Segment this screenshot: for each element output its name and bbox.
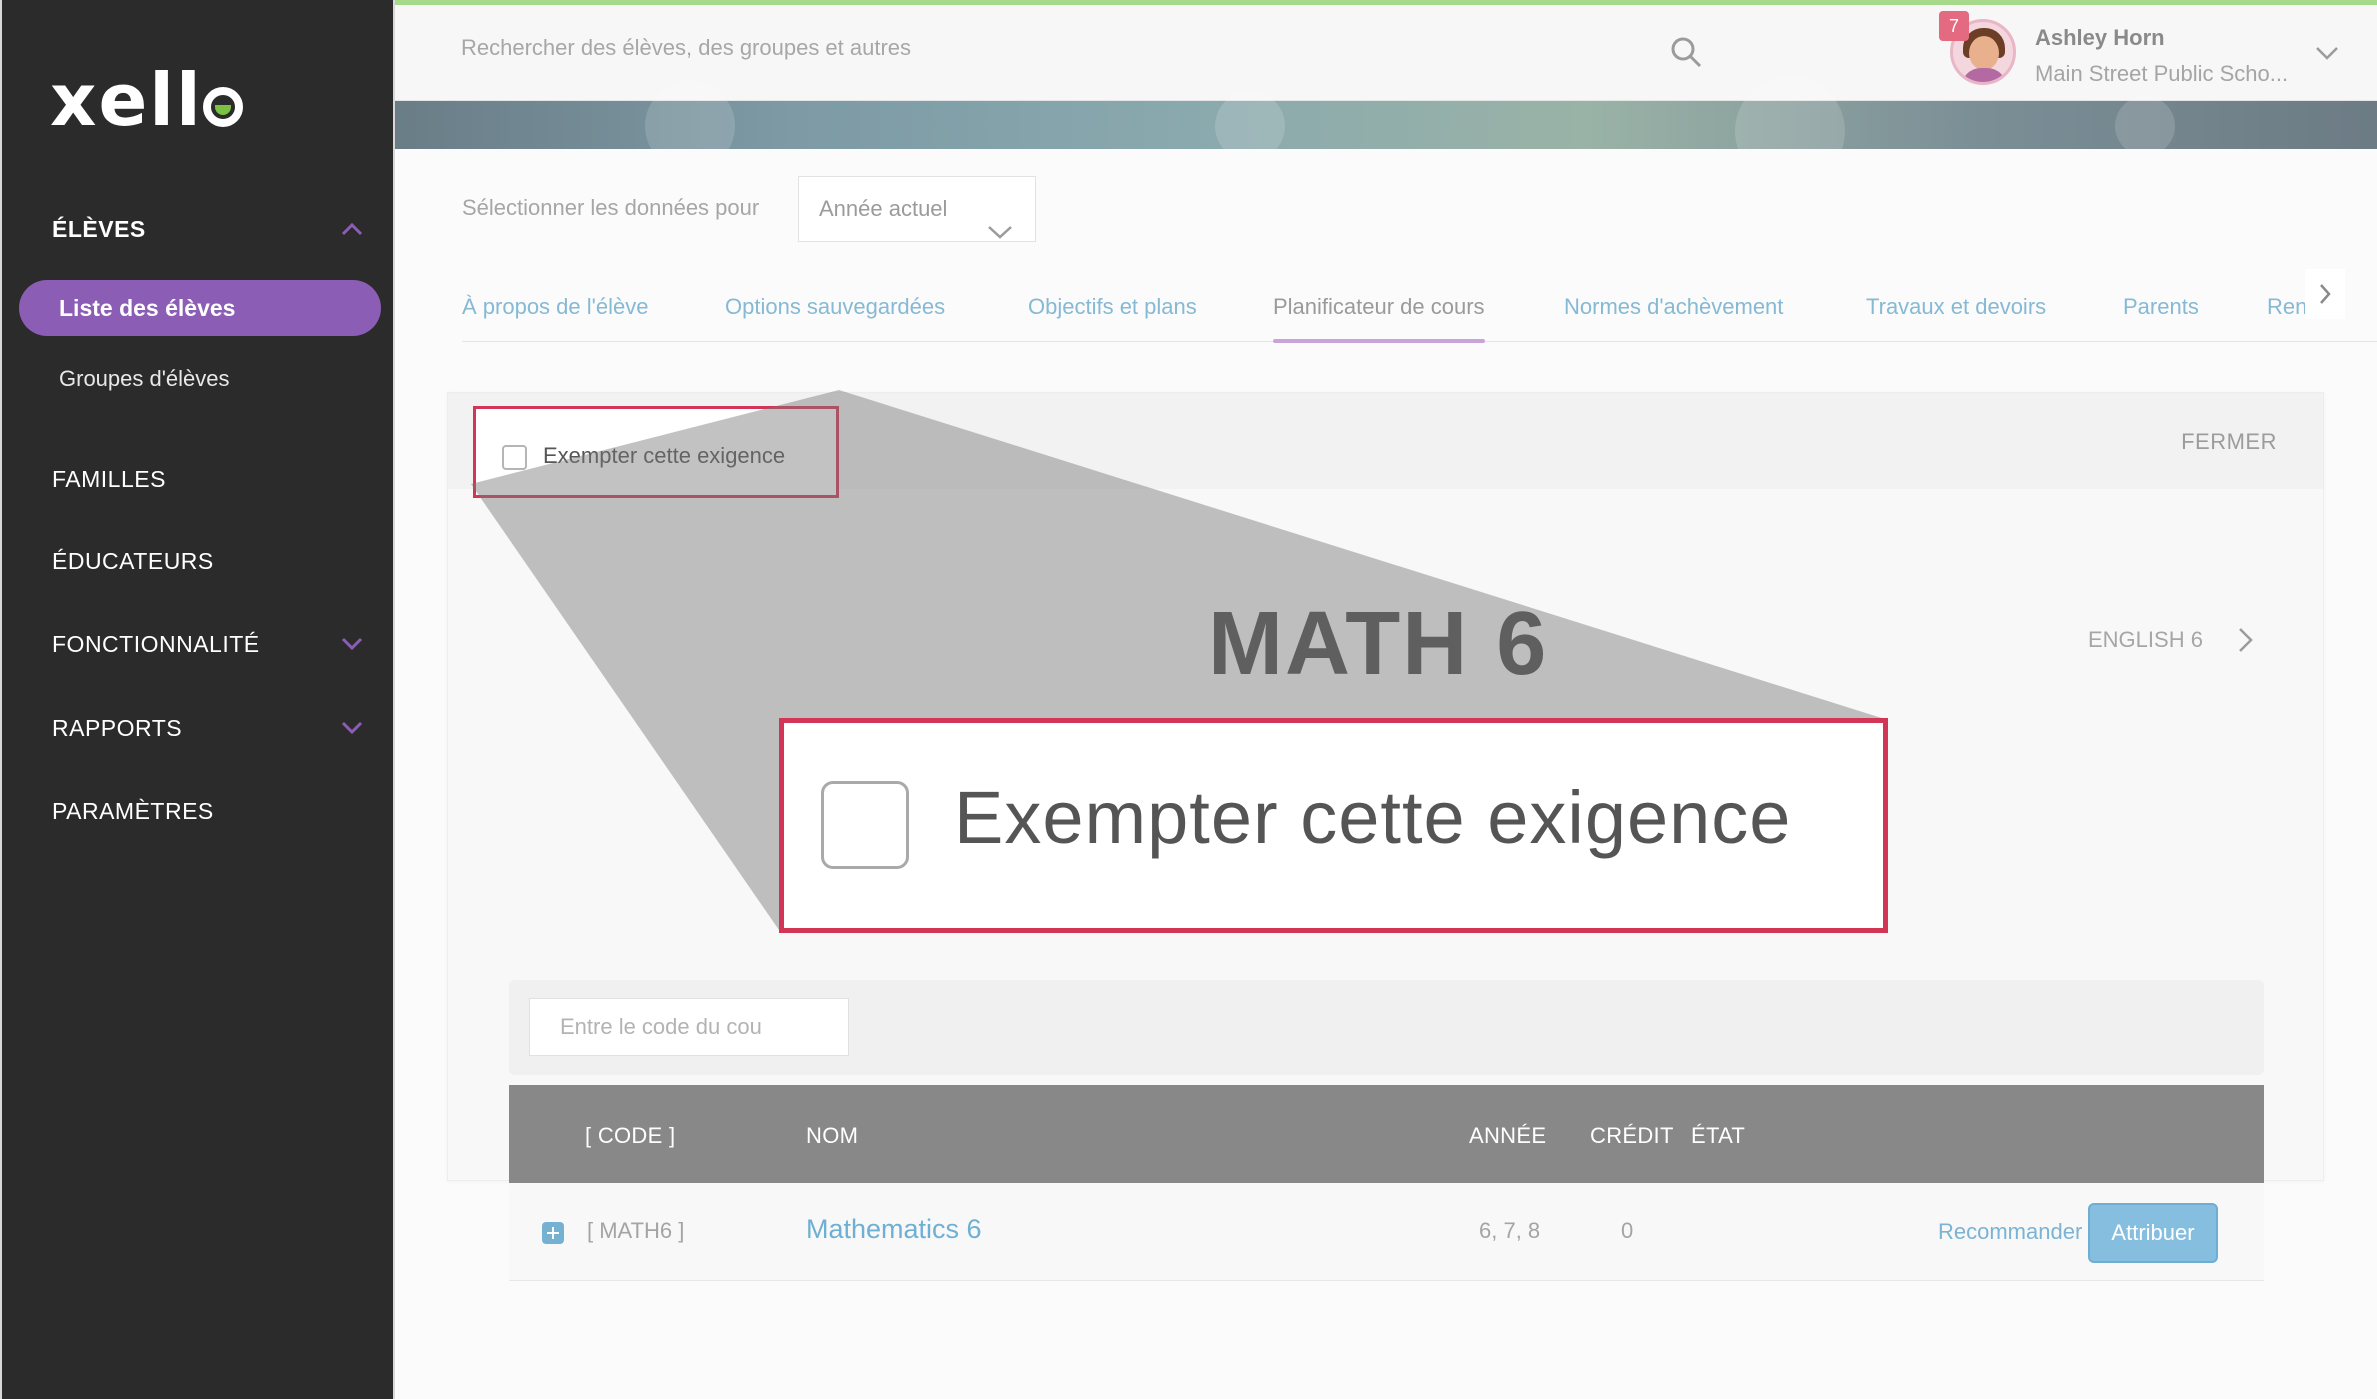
header-banner (395, 76, 2377, 186)
exempt-checkbox-highlight: Exempter cette exigence (473, 406, 839, 498)
tab-planificateur-cours[interactable]: Planificateur de cours (1273, 294, 1485, 343)
chevron-up-icon[interactable] (341, 222, 363, 242)
nav-section-label: FAMILLES (52, 466, 166, 492)
nav-section-educateurs[interactable]: ÉDUCATEURS (52, 548, 214, 575)
recommend-button[interactable]: Recommander (1938, 1219, 2082, 1245)
exempt-checkbox-label[interactable]: Exempter cette exigence (543, 443, 785, 469)
nav-section-label: FONCTIONNALITÉ (52, 631, 260, 657)
zoom-checkbox-label: Exempter cette exigence (954, 776, 1792, 859)
nav-section-label: ÉDUCATEURS (52, 548, 214, 574)
tab-a-propos[interactable]: À propos de l'élève (462, 294, 648, 320)
table-row: [ MATH6 ] Mathematics 6 6, 7, 8 0 Recomm… (509, 1183, 2264, 1281)
notification-badge[interactable]: 7 (1939, 11, 1969, 41)
tab-parents[interactable]: Parents (2123, 294, 2199, 320)
course-code-input[interactable] (529, 998, 849, 1056)
tabs-next-button[interactable] (2305, 269, 2345, 319)
chevron-right-icon[interactable] (2236, 625, 2256, 655)
column-header-nom[interactable]: NOM (806, 1123, 858, 1149)
column-header-etat[interactable]: ÉTAT (1691, 1123, 1745, 1149)
column-header-code[interactable]: [ CODE ] (585, 1123, 675, 1149)
course-credit: 0 (1621, 1218, 1634, 1243)
tab-ren[interactable]: Ren (2267, 294, 2307, 320)
sidebar: xell ÉLÈVES Liste des élèves Groupes d'é… (0, 0, 395, 1399)
logo-o-icon (202, 87, 243, 127)
course-title: MATH 6 (1208, 594, 1549, 694)
nav-section-fonctionnalite[interactable]: FONCTIONNALITÉ (52, 631, 260, 658)
sidebar-item-groupes-eleves[interactable]: Groupes d'élèves (59, 366, 230, 392)
sidebar-item-label: Liste des élèves (59, 295, 236, 321)
zoom-checkbox[interactable] (821, 781, 909, 869)
tab-travaux-devoirs[interactable]: Travaux et devoirs (1866, 294, 2046, 320)
tab-objectifs-plans[interactable]: Objectifs et plans (1028, 294, 1197, 320)
sidebar-item-label: Groupes d'élèves (59, 366, 230, 391)
chevron-right-icon (2320, 284, 2331, 304)
column-header-credit[interactable]: CRÉDIT (1590, 1123, 1674, 1149)
close-button[interactable]: FERMER (2181, 429, 2277, 455)
avatar-face (1969, 36, 1999, 70)
banner-bubble (2115, 96, 2175, 156)
column-header-annee[interactable]: ANNÉE (1469, 1123, 1546, 1149)
year-select[interactable]: Année actuel (798, 176, 1036, 242)
nav-section-label: PARAMÈTRES (52, 798, 214, 824)
nav-section-eleves[interactable]: ÉLÈVES (52, 216, 146, 243)
nav-section-label: ÉLÈVES (52, 216, 146, 242)
xello-logo[interactable]: xell (50, 58, 243, 142)
course-year: 6, 7, 8 (1479, 1218, 1541, 1243)
chevron-down-icon[interactable] (341, 721, 363, 741)
user-name: Ashley Horn (2035, 25, 2165, 50)
nav-section-rapports[interactable]: RAPPORTS (52, 715, 182, 742)
course-code: [ MATH6 ] (587, 1218, 685, 1243)
search-input[interactable] (461, 35, 1561, 61)
student-tabs: À propos de l'élève Options sauvegardées… (462, 279, 2377, 343)
zoom-callout: Exempter cette exigence (779, 718, 1888, 933)
year-select-label: Sélectionner les données pour (462, 195, 760, 220)
nav-section-parametres[interactable]: PARAMÈTRES (52, 798, 214, 825)
course-table-header: [ CODE ] NOM ANNÉE CRÉDIT ÉTAT (509, 1085, 2264, 1183)
exempt-checkbox[interactable] (502, 445, 527, 470)
expand-plus-icon[interactable] (542, 1222, 564, 1244)
chevron-down-icon (987, 201, 1013, 239)
assign-button[interactable]: Attribuer (2088, 1203, 2218, 1263)
sidebar-item-liste-eleves[interactable]: Liste des élèves (19, 280, 381, 336)
user-menu-chevron-icon[interactable] (2315, 45, 2339, 61)
nav-section-label: RAPPORTS (52, 715, 183, 741)
user-school: Main Street Public Scho... (2035, 61, 2289, 86)
next-course-link[interactable]: ENGLISH 6 (2088, 627, 2203, 653)
tab-normes-achevement[interactable]: Normes d'achèvement (1564, 294, 1783, 320)
avatar-body (1961, 68, 2007, 82)
search-icon[interactable] (1669, 35, 1703, 69)
year-select-value: Année actuel (819, 196, 948, 221)
nav-section-familles[interactable]: FAMILLES (52, 466, 166, 493)
tab-options-sauvegardees[interactable]: Options sauvegardées (725, 294, 945, 320)
course-code-bar (509, 980, 2264, 1075)
chevron-down-icon[interactable] (341, 637, 363, 657)
course-name-link[interactable]: Mathematics 6 (806, 1214, 982, 1245)
